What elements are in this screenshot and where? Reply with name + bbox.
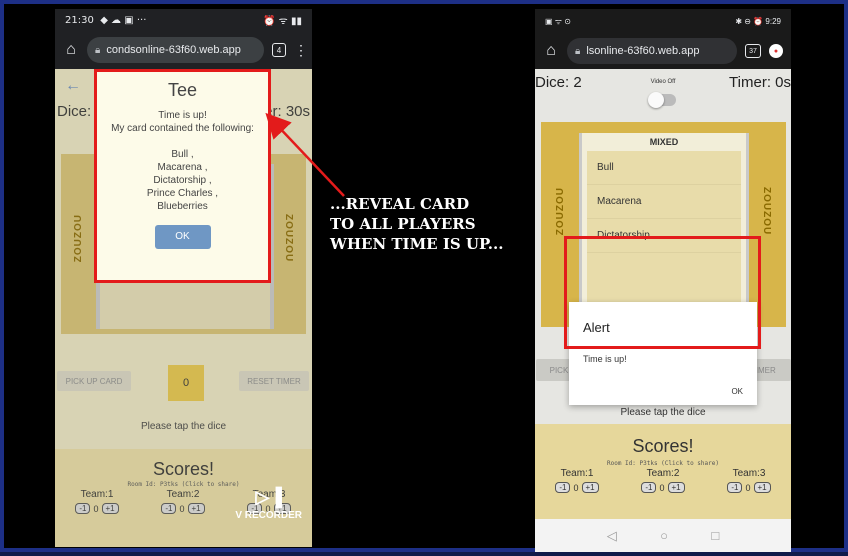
plus-button[interactable]: +1 [101,503,119,514]
nav-back-icon[interactable]: ◁ [607,528,617,544]
menu-dots-icon[interactable]: ⋮ [294,42,308,59]
right-highlight-box [564,236,761,349]
nav-recents-icon[interactable]: □ [711,528,719,543]
team-score: 0 [573,482,579,493]
home-icon[interactable]: ⌂ [63,41,79,59]
left-status-right-icons: ⏰ ᯤ ▮▮ [263,16,302,27]
right-team-1: Team:1 -1 0 +1 [547,468,607,493]
left-highlight-box [94,69,271,283]
video-camera-icon: ▷▐ [255,487,282,507]
team-name: Team:1 [80,489,114,500]
plus-button[interactable]: +1 [581,482,599,493]
annotation-caption: ...REVEAL CARD TO ALL PLAYERS WHEN TIME … [330,194,540,254]
right-timer-label: Timer: 0s [729,74,791,91]
right-status-bar: ▣ ᯤ ⊙ ✱ ⊖ ⏰ 9:29 [535,9,791,33]
plus-button[interactable]: +1 [753,482,771,493]
right-player-name-left: ZOUZOU [555,187,566,236]
left-scores-title: Scores! [152,459,215,479]
android-nav-bar: ◁ ○ □ [535,519,791,552]
left-url-field[interactable]: 🔒︎ condsonline-63f60.web.app [87,37,264,63]
card-word: Macarena [587,185,741,219]
right-status-time: 9:29 [765,16,781,26]
right-room-id[interactable]: Room Id: P3tks (Click to share) [535,460,791,467]
team-name: Team:1 [560,468,594,479]
minus-button[interactable]: -1 [641,482,657,493]
team-name: Team:2 [646,468,680,479]
right-scores-panel: Scores! Room Id: P3tks (Click to share) … [535,424,791,519]
plus-button[interactable]: +1 [187,503,205,514]
left-player-name-right: ZOUZOU [283,214,294,263]
back-arrow-icon[interactable]: ← [65,77,81,95]
right-url-field[interactable]: 🔒︎ lsonline-63f60.web.app [567,38,737,64]
minus-button[interactable]: -1 [161,503,177,514]
screenshot-frame: 21:30 ◆ ☁ ▣ ··· ⏰ ᯤ ▮▮ ⌂ 🔒︎ condsonline-… [0,0,848,552]
caption-line-3: WHEN TIME IS UP... [330,235,504,253]
toggle-knob [648,92,664,108]
minus-button[interactable]: -1 [75,503,91,514]
nav-home-icon[interactable]: ○ [660,528,668,543]
team-score: 0 [745,482,751,493]
minus-button[interactable]: -1 [727,482,743,493]
caption-line-2: TO ALL PLAYERS [330,215,476,233]
right-team-3: Team:3 -1 0 +1 [719,468,779,493]
team-score: 0 [659,482,665,493]
left-pick-up-card-button[interactable]: PICK UP CARD [57,371,131,391]
v-recorder-label: V RECORDER [235,510,302,521]
team-name: Team:3 [732,468,766,479]
lock-icon: 🔒︎ [95,44,101,56]
right-tap-hint: Please tap the dice [620,407,706,418]
right-player-name-right: ZOUZOU [761,187,772,236]
left-status-time: 21:30 [65,14,94,26]
right-scores-title: Scores! [632,436,694,456]
left-status-icons: ◆ ☁ ▣ ··· [100,14,147,26]
left-reset-timer-button[interactable]: RESET TIMER [239,371,309,391]
tab-switcher-button[interactable]: 4 [272,43,286,57]
v-recorder-watermark: ▷▐ V RECORDER [235,487,302,521]
right-team-2: Team:2 -1 0 +1 [633,468,693,493]
left-url-text: condsonline-63f60.web.app [106,44,241,56]
caption-line-1: ...REVEAL CARD [330,195,470,213]
card-word: Bull [587,151,741,185]
team-score: 0 [179,503,185,514]
left-team-2: Team:2 -1 0 +1 [153,489,213,514]
minus-button[interactable]: -1 [555,482,571,493]
card-title: MIXED [649,137,679,147]
left-player-name-left: ZOUZOU [73,214,84,263]
alert-message: Time is up! [583,354,627,364]
home-icon[interactable]: ⌂ [543,42,559,60]
alert-ok-button[interactable]: OK [731,387,743,396]
left-tap-hint: Please tap the dice [140,421,227,432]
plus-button[interactable]: +1 [667,482,685,493]
left-team-1: Team:1 -1 0 +1 [67,489,127,514]
right-status-left-icons: ▣ ᯤ ⊙ [545,16,572,26]
team-name: Team:2 [166,489,200,500]
profile-avatar-icon[interactable]: ● [769,44,783,58]
left-dice-button[interactable]: 0 [168,365,204,401]
right-url-text: lsonline-63f60.web.app [586,45,700,57]
lock-icon: 🔒︎ [575,45,581,57]
right-status-right-icons: ✱ ⊖ ⏰ [735,16,764,26]
left-timer-label: er: 30s [264,103,310,120]
tab-switcher-button[interactable]: 37 [745,44,761,58]
left-address-bar: ⌂ 🔒︎ condsonline-63f60.web.app 4 ⋮ [55,31,312,69]
right-address-bar: ⌂ 🔒︎ lsonline-63f60.web.app 37 ● [535,33,791,69]
video-toggle[interactable] [648,92,676,108]
team-score: 0 [93,503,99,514]
left-status-bar: 21:30 ◆ ☁ ▣ ··· ⏰ ᯤ ▮▮ [55,9,312,31]
